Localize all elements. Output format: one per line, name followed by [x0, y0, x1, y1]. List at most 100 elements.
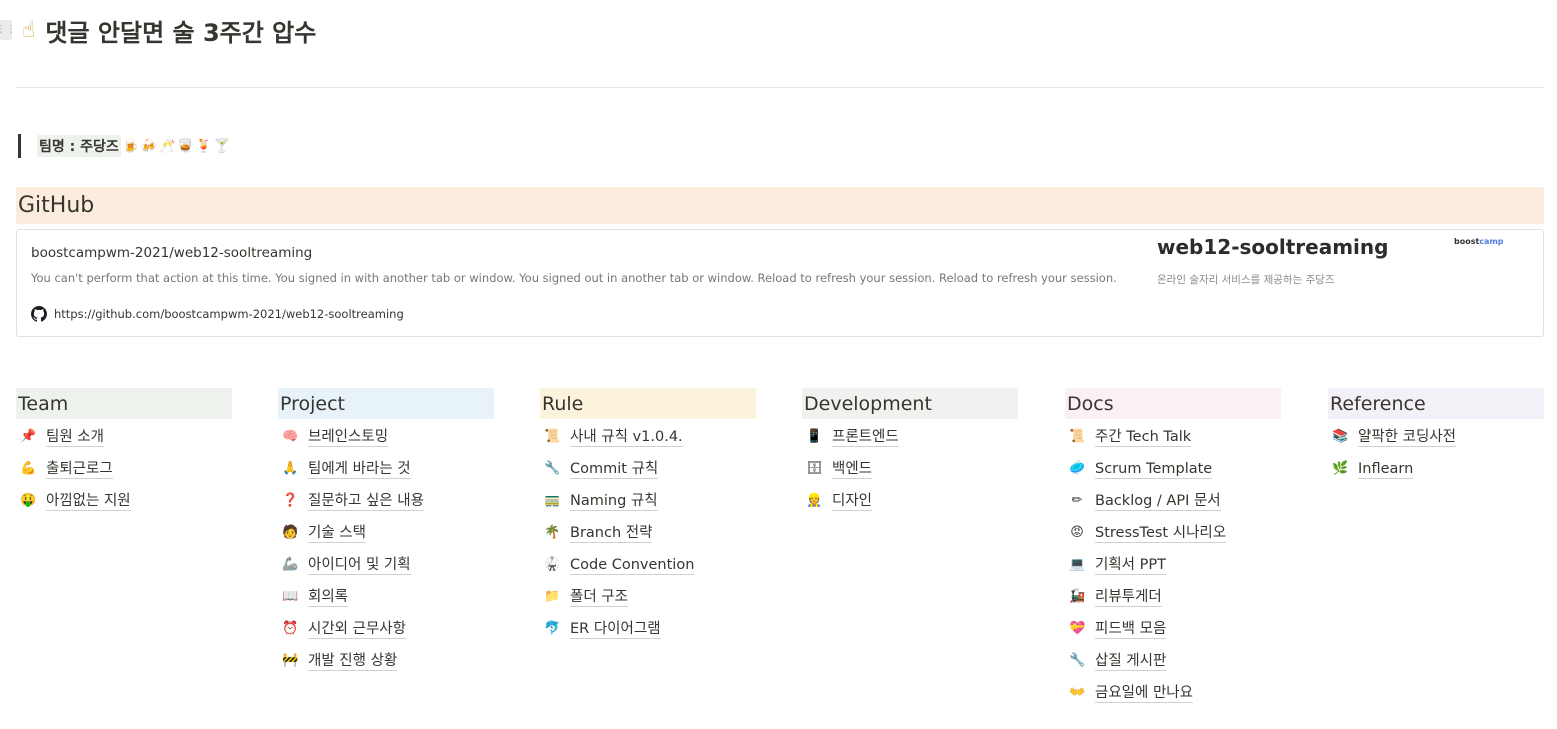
- money-face-icon: 🤑: [20, 493, 37, 508]
- column-header-project[interactable]: Project: [278, 388, 494, 419]
- page-link-label[interactable]: 폴더 구조: [570, 588, 628, 607]
- column-docs: Docs 📜 주간 Tech Talk 🥏 Scrum Template ✏ Backlo…: [1065, 388, 1281, 709]
- page-link-label[interactable]: ER 다이어그램: [570, 620, 661, 639]
- bookmark-link-row[interactable]: https://github.com/boostcampwm-2021/web1…: [31, 306, 404, 322]
- page-link-item[interactable]: 🧠 브레인스토밍: [278, 421, 494, 453]
- page-link-item[interactable]: ❓ 질문하고 싶은 내용: [278, 485, 494, 517]
- page-link-label[interactable]: Code Convention: [570, 556, 695, 575]
- page-link-label[interactable]: 질문하고 싶은 내용: [308, 492, 424, 511]
- page-link-item[interactable]: 🥏 Scrum Template: [1065, 453, 1281, 485]
- page-link-label[interactable]: Scrum Template: [1095, 460, 1213, 479]
- page-link-item[interactable]: 📁 폴더 구조: [540, 581, 756, 613]
- page-title[interactable]: 댓글 안달면 술 3주간 압수: [45, 13, 316, 48]
- scroll-icon: 📜: [544, 429, 561, 444]
- page-link-item[interactable]: 🐬 ER 다이어그램: [540, 613, 756, 645]
- page-link-label[interactable]: 백엔드: [832, 460, 873, 479]
- page-link-label[interactable]: Branch 전략: [570, 524, 653, 543]
- page-link-item[interactable]: 📜 주간 Tech Talk: [1065, 421, 1281, 453]
- page-link-label[interactable]: 출퇴근로그: [46, 460, 113, 479]
- page-link-item[interactable]: 🤑 아낌없는 지원: [16, 485, 232, 517]
- column-items: 📚 얄팍한 코딩사전 🌿 Inflearn: [1328, 421, 1544, 485]
- page-link-label[interactable]: Backlog / API 문서: [1095, 492, 1221, 511]
- page-link-label[interactable]: 디자인: [832, 492, 873, 511]
- page-link-item[interactable]: 💪 출퇴근로그: [16, 453, 232, 485]
- page-link-label[interactable]: 주간 Tech Talk: [1095, 428, 1192, 447]
- page-link-item[interactable]: 😡 StressTest 시나리오: [1065, 517, 1281, 549]
- link-columns: Team 📌 팀원 소개 💪 출퇴근로그 🤑 아낌없는 지원 Project 🧠 브레인스토…: [16, 388, 1544, 718]
- page-link-item[interactable]: 🥋 Code Convention: [540, 549, 756, 581]
- page-link-item[interactable]: ✏ Backlog / API 문서: [1065, 485, 1281, 517]
- column-header-text: Reference: [1330, 392, 1426, 415]
- wrench-icon: 🔧: [544, 461, 561, 476]
- column-header-development[interactable]: Development: [802, 388, 1018, 419]
- column-header-text: Team: [18, 392, 69, 415]
- github-bookmark[interactable]: boostcampwm-2021/web12-sooltreaming You …: [16, 229, 1544, 337]
- page-link-item[interactable]: 💝 피드백 모음: [1065, 613, 1281, 645]
- dolphin-icon: 🐬: [544, 621, 561, 636]
- bookmark-url: https://github.com/boostcampwm-2021/web1…: [54, 307, 404, 321]
- github-heading: GitHub: [18, 193, 95, 218]
- page-link-label[interactable]: 얄팍한 코딩사전: [1358, 428, 1456, 447]
- folded-hands-icon: 🙏: [282, 461, 299, 476]
- open-hands-icon: 👐: [1069, 685, 1086, 700]
- page-link-item[interactable]: 👷 디자인: [802, 485, 1018, 517]
- pointing-up-icon[interactable]: ☝: [22, 18, 35, 43]
- column-header-text: Docs: [1067, 392, 1114, 415]
- page-link-label[interactable]: 브레인스토밍: [308, 428, 389, 447]
- page-link-label[interactable]: 피드백 모음: [1095, 620, 1167, 639]
- page-link-item[interactable]: 🧑 기술 스택: [278, 517, 494, 549]
- page-link-label[interactable]: Naming 규칙: [570, 492, 658, 511]
- page-link-label[interactable]: 개발 진행 상황: [308, 652, 398, 671]
- page-link-label[interactable]: 팀원 소개: [46, 428, 104, 447]
- page-link-item[interactable]: 🔧 삽질 게시판: [1065, 645, 1281, 677]
- column-items: 🧠 브레인스토밍 🙏 팀에게 바라는 것 ❓ 질문하고 싶은 내용 🧑 기술 스택 🦾 아이디어 …: [278, 421, 494, 677]
- page-link-item[interactable]: 📱 프론트엔드: [802, 421, 1018, 453]
- page-link-label[interactable]: Inflearn: [1358, 460, 1414, 479]
- page-link-label[interactable]: 기획서 PPT: [1095, 556, 1166, 575]
- page-link-label[interactable]: 아이디어 및 기획: [308, 556, 411, 575]
- page-link-item[interactable]: 📌 팀원 소개: [16, 421, 232, 453]
- page-link-item[interactable]: 👐 금요일에 만나요: [1065, 677, 1281, 709]
- drag-handle-icon[interactable]: ⋮⋮: [0, 20, 16, 40]
- page-link-item[interactable]: 📖 회의록: [278, 581, 494, 613]
- folder-icon: 📁: [544, 589, 561, 604]
- github-icon: [31, 306, 47, 322]
- column-reference: Reference 📚 얄팍한 코딩사전 🌿 Inflearn: [1328, 388, 1544, 485]
- page-link-label[interactable]: StressTest 시나리오: [1095, 524, 1227, 543]
- laptop-icon: 💻: [1069, 557, 1086, 572]
- railway-car-icon: 🚃: [544, 493, 561, 508]
- column-header-docs[interactable]: Docs: [1065, 388, 1281, 419]
- page-link-item[interactable]: ⏰ 시간외 근무사항: [278, 613, 494, 645]
- page-link-label[interactable]: 삽질 게시판: [1095, 652, 1167, 671]
- pushpin-icon: 📌: [20, 429, 37, 444]
- page-link-item[interactable]: 🚧 개발 진행 상황: [278, 645, 494, 677]
- page-link-label[interactable]: 기술 스택: [308, 524, 366, 543]
- page-link-label[interactable]: Commit 규칙: [570, 460, 659, 479]
- page-link-label[interactable]: 아낌없는 지원: [46, 492, 131, 511]
- page-link-label[interactable]: 사내 규칙 v1.0.4.: [570, 428, 683, 447]
- page-link-label[interactable]: 프론트엔드: [832, 428, 899, 447]
- herb-icon: 🌿: [1332, 461, 1349, 476]
- page-link-item[interactable]: 🌴 Branch 전략: [540, 517, 756, 549]
- page-link-item[interactable]: 📜 사내 규칙 v1.0.4.: [540, 421, 756, 453]
- column-header-team[interactable]: Team: [16, 388, 232, 419]
- page-link-label[interactable]: 금요일에 만나요: [1095, 684, 1193, 703]
- column-header-reference[interactable]: Reference: [1328, 388, 1544, 419]
- page-link-label[interactable]: 리뷰투게더: [1095, 588, 1162, 607]
- column-header-rule[interactable]: Rule: [540, 388, 756, 419]
- page-link-item[interactable]: 🔧 Commit 규칙: [540, 453, 756, 485]
- github-heading-block[interactable]: GitHub: [16, 187, 1544, 224]
- page-link-item[interactable]: 🚃 Naming 규칙: [540, 485, 756, 517]
- page-link-item[interactable]: 🙏 팀에게 바라는 것: [278, 453, 494, 485]
- page-link-item[interactable]: 💻 기획서 PPT: [1065, 549, 1281, 581]
- page-link-label[interactable]: 회의록: [308, 588, 349, 607]
- page-link-item[interactable]: 🌿 Inflearn: [1328, 453, 1544, 485]
- page-link-label[interactable]: 팀에게 바라는 것: [308, 460, 411, 479]
- team-name-text: 팀명 : 주당즈: [37, 135, 121, 157]
- team-name-quote[interactable]: 팀명 : 주당즈 🍺🍻🥂🥃🍹🍸: [18, 134, 232, 158]
- page-link-item[interactable]: 🚂 리뷰투게더: [1065, 581, 1281, 613]
- page-link-item[interactable]: 🗄 백엔드: [802, 453, 1018, 485]
- page-link-item[interactable]: 📚 얄팍한 코딩사전: [1328, 421, 1544, 453]
- page-link-label[interactable]: 시간외 근무사항: [308, 620, 406, 639]
- page-link-item[interactable]: 🦾 아이디어 및 기획: [278, 549, 494, 581]
